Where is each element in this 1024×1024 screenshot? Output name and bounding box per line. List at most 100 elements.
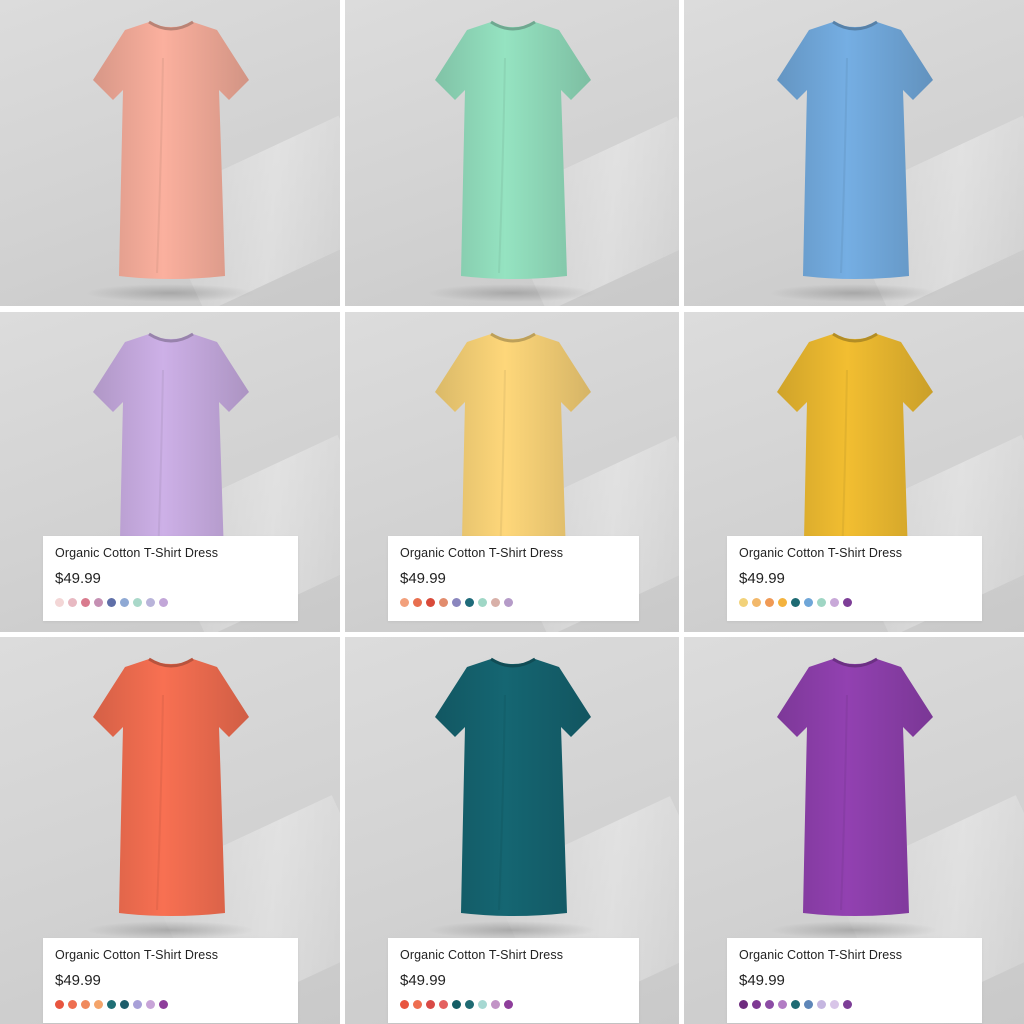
color-swatch[interactable]: [68, 598, 77, 607]
product-tile[interactable]: [0, 0, 340, 306]
color-swatch[interactable]: [94, 598, 103, 607]
product-title[interactable]: Organic Cotton T-Shirt Dress: [400, 546, 627, 560]
color-swatch[interactable]: [133, 1000, 142, 1009]
color-swatch[interactable]: [791, 598, 800, 607]
product-image[interactable]: [775, 655, 935, 917]
color-swatch[interactable]: [133, 598, 142, 607]
product-title[interactable]: Organic Cotton T-Shirt Dress: [55, 546, 286, 560]
product-tile[interactable]: Organic Cotton T-Shirt Dress $49.99: [345, 637, 679, 1024]
color-swatch[interactable]: [478, 1000, 487, 1009]
product-price: $49.99: [739, 570, 785, 587]
color-swatch[interactable]: [81, 598, 90, 607]
product-tile[interactable]: Organic Cotton T-Shirt Dress $49.99: [684, 312, 1024, 632]
floor-shadow: [85, 284, 255, 302]
color-swatch[interactable]: [146, 598, 155, 607]
color-swatch[interactable]: [504, 1000, 513, 1009]
color-swatch[interactable]: [426, 1000, 435, 1009]
color-swatch[interactable]: [94, 1000, 103, 1009]
floor-shadow: [427, 284, 597, 302]
product-price: $49.99: [55, 972, 101, 989]
color-swatches: [739, 598, 970, 607]
color-swatch[interactable]: [120, 1000, 129, 1009]
color-swatch[interactable]: [739, 1000, 748, 1009]
color-swatch[interactable]: [55, 598, 64, 607]
color-swatch[interactable]: [439, 598, 448, 607]
color-swatch[interactable]: [778, 1000, 787, 1009]
product-image[interactable]: [433, 655, 593, 917]
product-title[interactable]: Organic Cotton T-Shirt Dress: [400, 948, 627, 962]
product-tile[interactable]: [684, 0, 1024, 306]
color-swatch[interactable]: [491, 598, 500, 607]
product-info-card[interactable]: Organic Cotton T-Shirt Dress $49.99: [388, 536, 639, 621]
color-swatch[interactable]: [791, 1000, 800, 1009]
product-title[interactable]: Organic Cotton T-Shirt Dress: [739, 948, 970, 962]
dress-shape: [777, 22, 933, 279]
color-swatch[interactable]: [778, 598, 787, 607]
color-swatch[interactable]: [739, 598, 748, 607]
product-tile[interactable]: Organic Cotton T-Shirt Dress $49.99: [0, 312, 340, 632]
color-swatch[interactable]: [68, 1000, 77, 1009]
product-info-card[interactable]: Organic Cotton T-Shirt Dress $49.99: [727, 938, 982, 1023]
color-swatch[interactable]: [452, 598, 461, 607]
color-swatch[interactable]: [804, 598, 813, 607]
color-swatch[interactable]: [107, 1000, 116, 1009]
color-swatch[interactable]: [765, 598, 774, 607]
color-swatch[interactable]: [159, 598, 168, 607]
color-swatch[interactable]: [81, 1000, 90, 1009]
color-swatch[interactable]: [452, 1000, 461, 1009]
product-title[interactable]: Organic Cotton T-Shirt Dress: [55, 948, 286, 962]
color-swatch[interactable]: [752, 598, 761, 607]
floor-shadow: [769, 284, 939, 302]
product-info-card[interactable]: Organic Cotton T-Shirt Dress $49.99: [43, 536, 298, 621]
product-info-card[interactable]: Organic Cotton T-Shirt Dress $49.99: [43, 938, 298, 1023]
color-swatches: [55, 598, 286, 607]
product-image[interactable]: [433, 18, 593, 280]
color-swatch[interactable]: [817, 1000, 826, 1009]
product-tile[interactable]: [345, 0, 679, 306]
color-swatch[interactable]: [504, 598, 513, 607]
product-price: $49.99: [400, 972, 446, 989]
color-swatches: [55, 1000, 286, 1009]
dress-shape: [435, 659, 591, 916]
product-info-card[interactable]: Organic Cotton T-Shirt Dress $49.99: [727, 536, 982, 621]
product-image[interactable]: [91, 18, 251, 280]
color-swatch[interactable]: [159, 1000, 168, 1009]
product-image[interactable]: [91, 655, 251, 917]
color-swatch[interactable]: [752, 1000, 761, 1009]
product-info-card[interactable]: Organic Cotton T-Shirt Dress $49.99: [388, 938, 639, 1023]
dress-shape: [93, 22, 249, 279]
color-swatch[interactable]: [413, 1000, 422, 1009]
color-swatch[interactable]: [146, 1000, 155, 1009]
color-swatch[interactable]: [830, 598, 839, 607]
color-swatch[interactable]: [817, 598, 826, 607]
product-tile[interactable]: Organic Cotton T-Shirt Dress $49.99: [345, 312, 679, 632]
dress-shape: [93, 659, 249, 916]
product-grid: Organic Cotton T-Shirt Dress $49.99 Organi…: [0, 0, 1024, 1024]
color-swatch[interactable]: [843, 1000, 852, 1009]
color-swatch[interactable]: [55, 1000, 64, 1009]
color-swatch[interactable]: [413, 598, 422, 607]
dress-shape: [435, 22, 591, 279]
color-swatch[interactable]: [843, 598, 852, 607]
color-swatch[interactable]: [400, 1000, 409, 1009]
color-swatch[interactable]: [804, 1000, 813, 1009]
color-swatch[interactable]: [439, 1000, 448, 1009]
color-swatch[interactable]: [478, 598, 487, 607]
product-price: $49.99: [739, 972, 785, 989]
product-title[interactable]: Organic Cotton T-Shirt Dress: [739, 546, 970, 560]
color-swatch[interactable]: [465, 598, 474, 607]
color-swatch[interactable]: [465, 1000, 474, 1009]
color-swatch[interactable]: [426, 598, 435, 607]
color-swatch[interactable]: [400, 598, 409, 607]
floor-shadow: [85, 921, 255, 939]
floor-shadow: [769, 921, 939, 939]
color-swatch[interactable]: [491, 1000, 500, 1009]
product-price: $49.99: [400, 570, 446, 587]
product-image[interactable]: [775, 18, 935, 280]
color-swatch[interactable]: [107, 598, 116, 607]
product-tile[interactable]: Organic Cotton T-Shirt Dress $49.99: [0, 637, 340, 1024]
product-tile[interactable]: Organic Cotton T-Shirt Dress $49.99: [684, 637, 1024, 1024]
color-swatch[interactable]: [830, 1000, 839, 1009]
color-swatch[interactable]: [120, 598, 129, 607]
color-swatch[interactable]: [765, 1000, 774, 1009]
